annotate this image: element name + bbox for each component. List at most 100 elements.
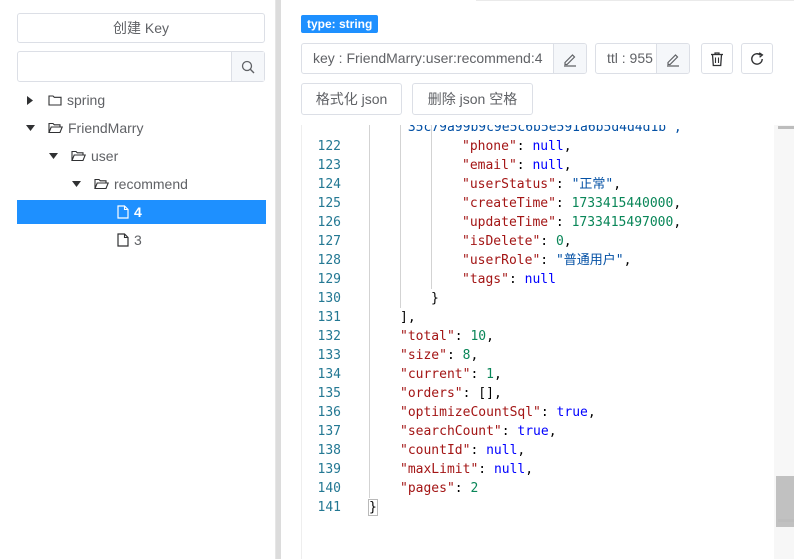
- tree-item-label: FriendMarry: [68, 120, 144, 136]
- code-text: "35c79a99b9c9e5c6b5e591a6b5d4d4d1b",: [400, 125, 682, 135]
- line-number: 130: [317, 291, 341, 306]
- refresh-button[interactable]: [741, 43, 773, 74]
- key-search-input[interactable]: [18, 52, 232, 81]
- search-icon: [241, 60, 255, 74]
- caret-down-icon[interactable]: [25, 123, 35, 133]
- code-line: 126 "updateTime": 1733415497000,: [302, 213, 775, 232]
- file-icon: [117, 233, 129, 247]
- code-line: 133 "size": 8,: [302, 346, 775, 365]
- code-text: "total": 10,: [400, 329, 494, 344]
- code-line: 135 "orders": [],: [302, 384, 775, 403]
- code-line: 131],: [302, 308, 775, 327]
- tree-item-folder[interactable]: spring: [17, 88, 266, 112]
- folder-icon: [48, 94, 62, 106]
- code-line: 140 "pages": 2: [302, 479, 775, 498]
- code-text: "userStatus": "正常",: [462, 177, 622, 192]
- rename-key-button[interactable]: [553, 44, 586, 73]
- format-json-button[interactable]: 格式化 json: [301, 83, 402, 115]
- folder-open-icon: [94, 178, 109, 190]
- edit-ttl-button[interactable]: [656, 44, 689, 73]
- tree-item-label: spring: [67, 92, 106, 108]
- code-text: "tags": null: [462, 272, 556, 287]
- line-number: 141: [317, 500, 341, 515]
- code-line: 141}: [302, 498, 775, 517]
- line-number: 129: [317, 272, 341, 287]
- search-button[interactable]: [231, 52, 264, 81]
- line-number: 125: [317, 196, 341, 211]
- line-number: 137: [317, 424, 341, 439]
- code-text: ],: [400, 310, 416, 325]
- json-editor[interactable]: "35c79a99b9c9e5c6b5e591a6b5d4d4d1b", 122 "…: [301, 125, 775, 559]
- code-text: "phone": null,: [462, 139, 572, 154]
- scrollbar-marker: [778, 126, 794, 129]
- code-line: 139 "maxLimit": null,: [302, 460, 775, 479]
- edit-icon: [665, 51, 681, 67]
- key-name-field: key : FriendMarry:user:recommend:4: [301, 43, 587, 74]
- key-name-value[interactable]: key : FriendMarry:user:recommend:4: [302, 44, 553, 73]
- tree-item-key[interactable]: 4: [17, 200, 266, 224]
- refresh-icon: [749, 51, 765, 67]
- key-tree-panel: 创建 Key spring FriendMarry user recommend 4 3: [0, 0, 275, 559]
- tree-item-folder[interactable]: recommend: [17, 172, 266, 196]
- key-detail-panel: type: string key : FriendMarry:user:reco…: [281, 0, 794, 559]
- scrollbar-marker: [778, 519, 794, 522]
- top-divider: [476, 0, 794, 1]
- code-line: 130}: [302, 289, 775, 308]
- file-icon: [117, 205, 129, 219]
- code-text: "searchCount": true,: [400, 424, 557, 439]
- code-text: "updateTime": 1733415497000,: [462, 215, 682, 230]
- trash-icon: [709, 51, 725, 67]
- line-number: 135: [317, 386, 341, 401]
- line-number: 122: [317, 139, 341, 154]
- strip-json-spaces-button[interactable]: 删除 json 空格: [412, 83, 533, 115]
- line-number: 128: [317, 253, 341, 268]
- tree-item-key[interactable]: 3: [17, 228, 266, 252]
- line-number: 124: [317, 177, 341, 192]
- tree-item-folder[interactable]: FriendMarry: [17, 116, 266, 140]
- caret-down-icon[interactable]: [48, 151, 58, 161]
- caret-right-icon[interactable]: [25, 95, 35, 105]
- code-line: 124 "userStatus": "正常",: [302, 175, 775, 194]
- code-line: 127 "isDelete": 0,: [302, 232, 775, 251]
- line-number: 131: [317, 310, 341, 325]
- code-text: "size": 8,: [400, 348, 479, 363]
- line-number: 132: [317, 329, 341, 344]
- code-line: 128 "userRole": "普通用户",: [302, 251, 775, 270]
- code-text: "pages": 2: [400, 481, 479, 496]
- code-line: 136 "optimizeCountSql": true,: [302, 403, 775, 422]
- code-line: 137 "searchCount": true,: [302, 422, 775, 441]
- line-number: 140: [317, 481, 341, 496]
- tree-item-label: recommend: [114, 176, 188, 192]
- ttl-value[interactable]: ttl : 955: [596, 44, 657, 73]
- line-number: 138: [317, 443, 341, 458]
- key-search-box: [17, 51, 265, 82]
- code-text: }: [431, 291, 439, 306]
- code-text: }: [368, 499, 378, 516]
- line-number: 126: [317, 215, 341, 230]
- code-text: "optimizeCountSql": true,: [400, 405, 596, 420]
- create-key-button[interactable]: 创建 Key: [17, 13, 265, 43]
- line-number: 134: [317, 367, 341, 382]
- code-line: 134 "current": 1,: [302, 365, 775, 384]
- line-number: 136: [317, 405, 341, 420]
- folder-open-icon: [48, 122, 63, 134]
- tree-item-label: 4: [134, 204, 142, 220]
- caret-down-icon[interactable]: [71, 179, 81, 189]
- tree-item-label: 3: [134, 232, 142, 248]
- folder-open-icon: [71, 150, 86, 162]
- code-line: 132 "total": 10,: [302, 327, 775, 346]
- code-line: 123 "email": null,: [302, 156, 775, 175]
- code-line: 122 "phone": null,: [302, 137, 775, 156]
- delete-key-button[interactable]: [701, 43, 733, 74]
- code-line: 138 "countId": null,: [302, 441, 775, 460]
- code-line: "35c79a99b9c9e5c6b5e591a6b5d4d4d1b",: [302, 125, 775, 137]
- ttl-field: ttl : 955: [595, 43, 690, 74]
- code-text: "createTime": 1733415440000,: [462, 196, 682, 211]
- code-text: "current": 1,: [400, 367, 502, 382]
- code-text: "email": null,: [462, 158, 572, 173]
- code-text: "maxLimit": null,: [400, 462, 534, 477]
- tree-item-folder[interactable]: user: [17, 144, 266, 168]
- code-text: "orders": [],: [400, 386, 502, 401]
- code-line: 125 "createTime": 1733415440000,: [302, 194, 775, 213]
- code-line: 129 "tags": null: [302, 270, 775, 289]
